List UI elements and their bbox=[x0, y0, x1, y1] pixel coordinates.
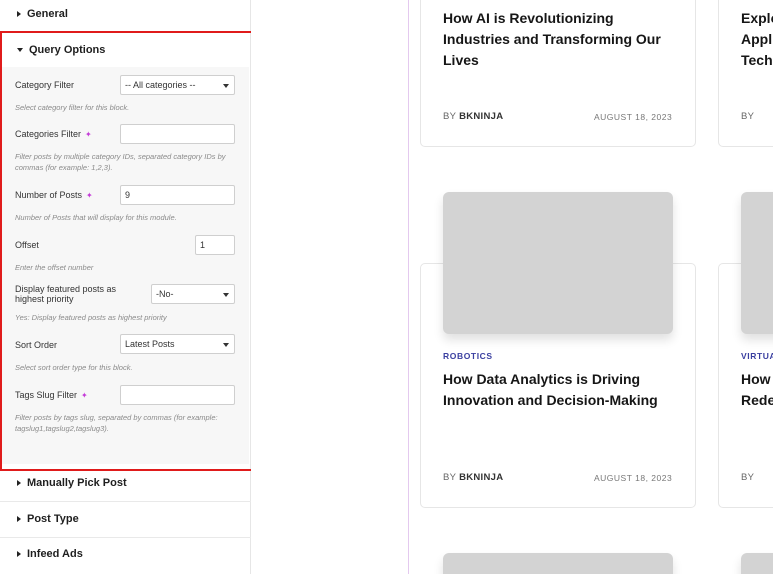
caret-right-icon bbox=[17, 11, 21, 17]
post-title[interactable]: Explo Appli Tech bbox=[741, 8, 773, 71]
post-thumbnail[interactable] bbox=[443, 553, 673, 574]
section-post-type[interactable]: Post Type bbox=[0, 501, 251, 537]
post-author: BY bbox=[741, 111, 755, 122]
tags-slug-filter-input[interactable] bbox=[120, 385, 235, 405]
post-title[interactable]: How Rede bbox=[741, 369, 773, 411]
post-thumbnail[interactable] bbox=[741, 553, 773, 574]
post-author: BY BKNINJA bbox=[443, 111, 503, 122]
number-of-posts-hint: Number of Posts that will display for th… bbox=[15, 213, 177, 222]
post-date: AUGUST 18, 2023 bbox=[594, 473, 673, 483]
tags-slug-filter-hint: Filter posts by tags slug, separated by … bbox=[15, 413, 218, 433]
preview-canvas: How AI is Revolutionizing Industries and… bbox=[251, 0, 773, 574]
number-of-posts-label: Number of Posts ✦ bbox=[15, 190, 93, 201]
by-label: BY bbox=[443, 472, 457, 483]
select-value: -No- bbox=[156, 289, 174, 299]
by-label: BY bbox=[443, 111, 457, 122]
featured-hint: Yes: Display featured posts as highest p… bbox=[15, 313, 167, 322]
chevron-down-icon bbox=[223, 84, 229, 88]
post-title[interactable]: How Data Analytics is Driving Innovation… bbox=[443, 369, 658, 411]
select-value: Latest Posts bbox=[125, 339, 175, 349]
post-title-line: Lives bbox=[443, 52, 479, 68]
section-title: General bbox=[27, 8, 68, 20]
post-title-line: Tech bbox=[741, 52, 773, 68]
section-general[interactable]: General bbox=[0, 0, 251, 32]
post-title-line: How bbox=[741, 371, 771, 387]
label-text: Number of Posts bbox=[15, 190, 83, 200]
category-filter-select[interactable]: -- All categories -- bbox=[120, 75, 235, 95]
author-name[interactable]: BKNINJA bbox=[459, 111, 503, 122]
caret-right-icon bbox=[17, 516, 21, 522]
post-title-line: Rede bbox=[741, 392, 773, 408]
sparkle-icon[interactable]: ✦ bbox=[85, 130, 92, 140]
sort-order-label: Sort Order bbox=[15, 340, 58, 350]
chevron-down-icon bbox=[223, 293, 229, 297]
post-author: BY bbox=[741, 472, 755, 483]
offset-input[interactable]: 1 bbox=[195, 235, 235, 255]
sparkle-icon[interactable]: ✦ bbox=[86, 191, 93, 201]
categories-filter-label: Categories Filter ✦ bbox=[15, 129, 92, 140]
chevron-down-icon bbox=[223, 343, 229, 347]
featured-select[interactable]: -No- bbox=[151, 284, 235, 304]
section-query-options[interactable]: Query Options bbox=[0, 32, 251, 68]
section-title: Infeed Ads bbox=[27, 548, 83, 560]
post-title[interactable]: How AI is Revolutionizing Industries and… bbox=[443, 8, 661, 71]
section-manually-pick-post[interactable]: Manually Pick Post bbox=[0, 465, 251, 501]
post-title-line: Explo bbox=[741, 10, 773, 26]
categories-filter-input[interactable] bbox=[120, 124, 235, 144]
label-text: Categories Filter bbox=[15, 129, 82, 139]
post-title-line: Industries and Transforming Our bbox=[443, 31, 661, 47]
post-author: BY BKNINJA bbox=[443, 472, 503, 483]
post-thumbnail[interactable] bbox=[443, 192, 673, 334]
settings-panel: General Query Options Category Filter --… bbox=[0, 0, 257, 574]
featured-label: Display featured posts as highest priori… bbox=[15, 284, 117, 304]
offset-hint: Enter the offset number bbox=[15, 263, 94, 272]
post-title-line: Innovation and Decision-Making bbox=[443, 392, 658, 408]
section-infeed-ads[interactable]: Infeed Ads bbox=[0, 536, 251, 572]
post-title-line: Appli bbox=[741, 31, 773, 47]
tags-slug-filter-label: Tags Slug Filter ✦ bbox=[15, 390, 88, 401]
post-date: AUGUST 18, 2023 bbox=[594, 112, 673, 122]
section-title: Query Options bbox=[29, 44, 106, 56]
post-thumbnail[interactable] bbox=[741, 192, 773, 334]
sort-order-hint: Select sort order type for this block. bbox=[15, 363, 133, 372]
caret-down-icon bbox=[17, 48, 23, 52]
select-value: -- All categories -- bbox=[125, 80, 196, 90]
category-filter-label: Category Filter bbox=[15, 80, 75, 90]
category-filter-hint: Select category filter for this block. bbox=[15, 103, 130, 112]
caret-right-icon bbox=[17, 551, 21, 557]
section-title: Post Type bbox=[27, 513, 79, 525]
sparkle-icon[interactable]: ✦ bbox=[81, 391, 88, 401]
post-category[interactable]: ROBOTICS bbox=[443, 351, 493, 361]
categories-filter-hint: Filter posts by multiple category IDs, s… bbox=[15, 152, 226, 172]
post-title-line: How AI is Revolutionizing bbox=[443, 10, 614, 26]
caret-right-icon bbox=[17, 480, 21, 486]
offset-label: Offset bbox=[15, 240, 39, 250]
column-guide bbox=[408, 0, 409, 574]
post-category[interactable]: VIRTUA bbox=[741, 351, 773, 361]
post-title-line: How Data Analytics is Driving bbox=[443, 371, 641, 387]
section-title: Manually Pick Post bbox=[27, 477, 127, 489]
number-of-posts-input[interactable]: 9 bbox=[120, 185, 235, 205]
author-name[interactable]: BKNINJA bbox=[459, 472, 503, 483]
sort-order-select[interactable]: Latest Posts bbox=[120, 334, 235, 354]
label-text: Tags Slug Filter bbox=[15, 390, 78, 400]
